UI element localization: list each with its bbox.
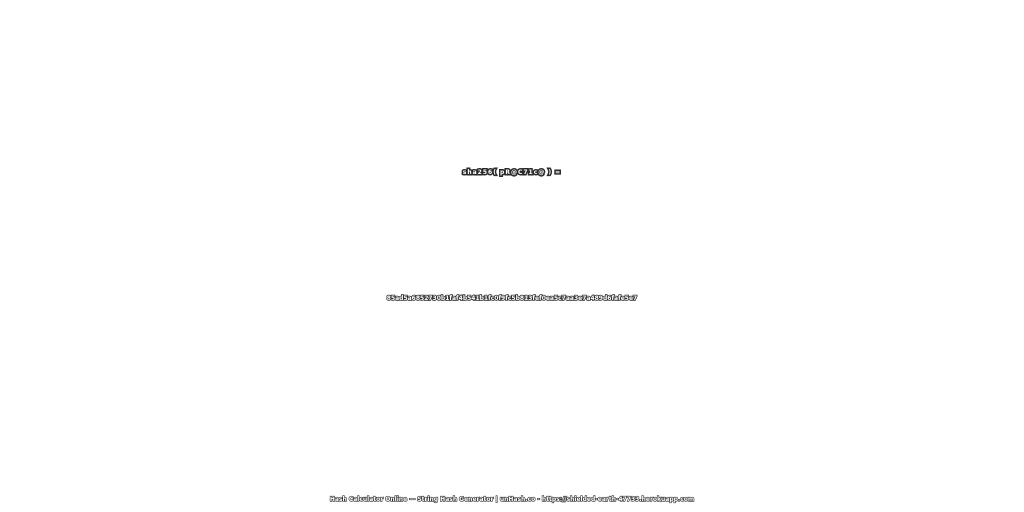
footer-credit: Hash Calculator Online — String Hash Gen… bbox=[329, 496, 695, 503]
hash-image-canvas: sha256( pR@C71c@ ) = 85ad5a6852730b1faf4… bbox=[0, 0, 1024, 512]
hash-result: 85ad5a6852730b1faf4b541b1fc0f9fc5b813fef… bbox=[386, 295, 638, 303]
hash-expression: sha256( pR@C71c@ ) = bbox=[461, 168, 562, 177]
